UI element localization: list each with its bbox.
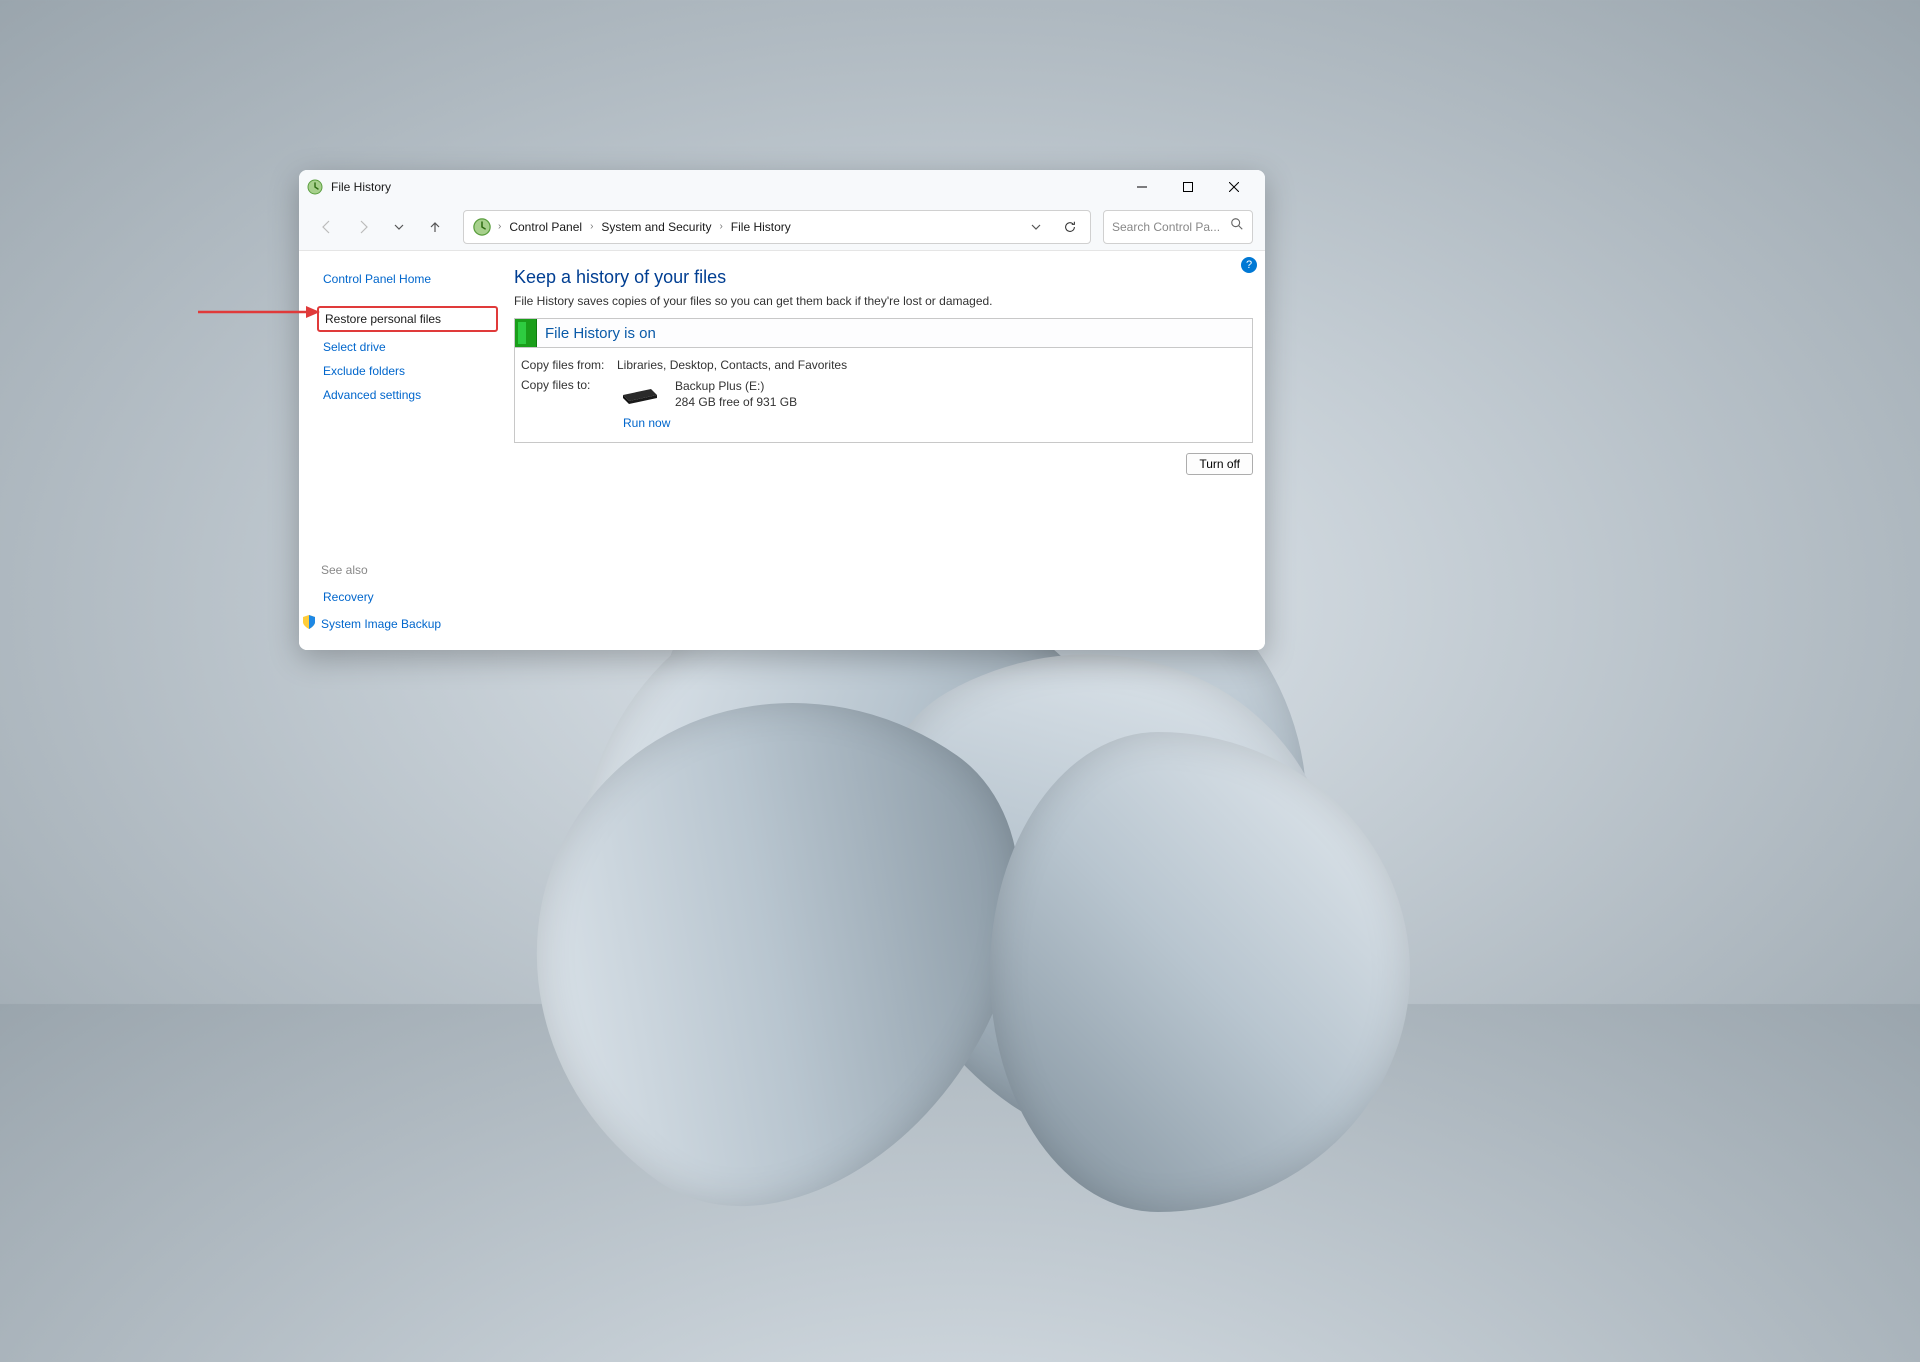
up-button[interactable] [419,211,451,243]
chevron-right-icon[interactable]: › [717,221,724,232]
chevron-right-icon[interactable]: › [588,221,595,232]
status-title: File History is on [537,321,664,346]
sidebar-advanced-link[interactable]: Advanced settings [321,383,494,407]
app-icon [307,179,323,195]
maximize-button[interactable] [1165,171,1211,203]
address-bar[interactable]: › Control Panel › System and Security › … [463,210,1091,244]
address-icon [472,217,492,237]
copy-from-value: Libraries, Desktop, Contacts, and Favori… [617,358,847,372]
status-box: File History is on Copy files from: Libr… [514,318,1253,443]
sidebar-restore-link[interactable]: Restore personal files [317,306,498,332]
drive-name: Backup Plus (E:) [675,378,797,394]
address-dropdown-button[interactable] [1020,211,1052,243]
shield-icon [301,614,317,633]
window-title: File History [331,180,391,194]
sidebar-exclude-link[interactable]: Exclude folders [321,359,494,383]
sidebar-recovery-link[interactable]: Recovery [321,585,494,609]
content-area: ? Keep a history of your files File Hist… [494,251,1265,650]
sidebar: Control Panel Home Restore personal file… [299,251,494,650]
file-history-window: File History › Control Panel › System an… [299,170,1265,650]
drive-space: 284 GB free of 931 GB [675,394,797,410]
copy-to-label: Copy files to: [521,378,617,392]
refresh-button[interactable] [1054,211,1086,243]
chevron-right-icon[interactable]: › [496,221,503,232]
status-indicator-icon [515,319,537,347]
sidebar-home-link[interactable]: Control Panel Home [321,267,494,291]
search-box[interactable] [1103,210,1253,244]
search-icon [1230,217,1244,236]
turn-off-button[interactable]: Turn off [1186,453,1253,475]
run-now-link[interactable]: Run now [623,416,1246,430]
breadcrumb-file-history[interactable]: File History [725,216,797,238]
forward-button[interactable] [347,211,379,243]
toolbar: › Control Panel › System and Security › … [299,203,1265,251]
breadcrumb-control-panel[interactable]: Control Panel [503,216,588,238]
breadcrumb-system-security[interactable]: System and Security [595,216,717,238]
sidebar-image-backup-link[interactable]: System Image Backup [301,609,494,638]
drive-icon [617,379,661,407]
back-button[interactable] [311,211,343,243]
search-input[interactable] [1112,220,1226,234]
copy-from-label: Copy files from: [521,358,617,372]
sidebar-select-drive-link[interactable]: Select drive [321,335,494,359]
minimize-button[interactable] [1119,171,1165,203]
see-also-label: See also [321,563,494,577]
titlebar[interactable]: File History [299,170,1265,203]
close-button[interactable] [1211,171,1257,203]
recent-locations-button[interactable] [383,211,415,243]
help-icon[interactable]: ? [1241,257,1257,273]
page-heading: Keep a history of your files [514,267,1253,288]
page-subtext: File History saves copies of your files … [514,294,1253,308]
